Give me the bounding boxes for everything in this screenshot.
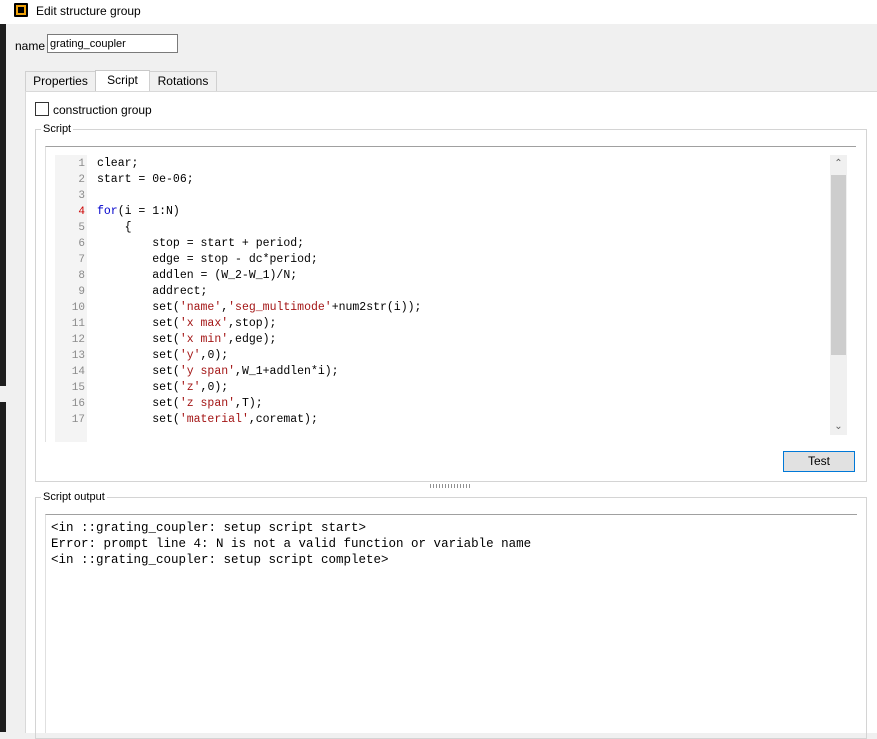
code-line: 2 start = 0e-06; <box>78 173 194 186</box>
code-line: 9 addrect; <box>78 285 208 298</box>
code-line: 12 set('x min',edge); <box>71 333 277 346</box>
name-label: name <box>15 39 46 53</box>
chevron-up-icon[interactable]: ⌃ <box>830 155 847 172</box>
code-line: 14 set('y span',W_1+addlen*i); <box>71 365 339 378</box>
code-line: 4 for(i = 1:N) <box>78 205 180 218</box>
code-line: 13 set('y',0); <box>71 349 229 362</box>
background-window-edge <box>0 24 6 732</box>
test-button[interactable]: Test <box>783 451 855 472</box>
code-line: 10 set('name','seg_multimode'+num2str(i)… <box>71 301 422 314</box>
code-line: 11 set('x max',stop); <box>71 317 277 330</box>
chevron-down-icon[interactable]: ⌄ <box>830 418 847 435</box>
output-line: Error: prompt line 4: N is not a valid f… <box>51 537 532 551</box>
name-input[interactable] <box>47 34 178 53</box>
tab-properties[interactable]: Properties <box>25 71 96 91</box>
output-line: <in ::grating_coupler: setup script star… <box>51 521 367 535</box>
code-line: 1 clear; <box>78 157 139 170</box>
code-line: 3 <box>78 190 85 202</box>
tab-rotations[interactable]: Rotations <box>149 71 217 91</box>
code-line: 8 addlen = (W_2-W_1)/N; <box>78 269 298 282</box>
app-icon <box>14 3 28 17</box>
construction-group-checkbox[interactable] <box>35 102 49 116</box>
output-line: <in ::grating_coupler: setup script comp… <box>51 553 389 567</box>
code-line: 6 stop = start + period; <box>78 237 305 250</box>
script-group-label: Script <box>41 123 74 135</box>
tab-script[interactable]: Script <box>95 70 150 92</box>
code-line: 5 { <box>78 221 132 234</box>
script-output-console: <in ::grating_coupler: setup script star… <box>45 514 857 733</box>
code-line: 17 set('material',coremat); <box>71 413 318 426</box>
window-title: Edit structure group <box>36 4 141 18</box>
code-line: 15 set('z',0); <box>71 381 229 394</box>
editor-scrollbar-thumb[interactable] <box>831 175 846 355</box>
script-editor[interactable]: 1 clear; 2 start = 0e-06; 3 4 for(i = 1:N) … <box>45 146 856 442</box>
script-output-label: Script output <box>41 491 107 503</box>
code-line: 16 set('z span',T); <box>71 397 263 410</box>
code-line: 7 edge = stop - dc*period; <box>78 253 318 266</box>
splitter-handle[interactable] <box>430 484 472 488</box>
construction-group-label: construction group <box>53 103 152 117</box>
